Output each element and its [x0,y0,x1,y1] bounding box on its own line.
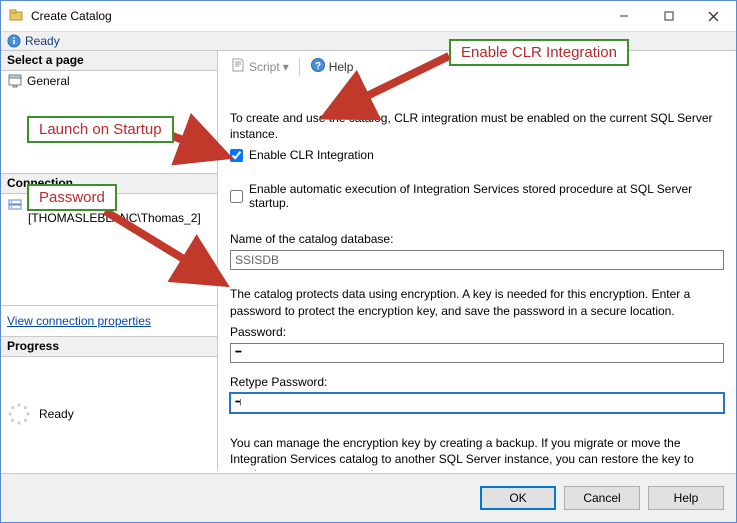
svg-text:?: ? [315,61,321,72]
titlebar: Create Catalog [1,1,736,32]
encryption-text: The catalog protects data using encrypti… [230,286,724,318]
retype-password-label: Retype Password: [230,375,724,389]
password-label: Password: [230,325,724,339]
db-name-label: Name of the catalog database: [230,232,724,246]
help-dialog-button[interactable]: Help [648,486,724,510]
script-icon [230,57,246,76]
dialog-window: Create Catalog Ready Select a page [0,0,737,523]
dialog-button-bar: OK Cancel Help [1,473,736,522]
info-icon [7,34,21,48]
progress-header: Progress [1,337,217,357]
cancel-button[interactable]: Cancel [564,486,640,510]
connection-server: .\tabular [28,197,201,211]
enable-clr-checkbox[interactable]: Enable CLR Integration [230,148,724,162]
help-button[interactable]: ? Help [310,57,354,76]
view-connection-properties-link[interactable]: View connection properties [1,306,217,337]
server-icon [7,197,23,213]
backup-text: You can manage the encryption key by cre… [230,435,724,471]
minimize-button[interactable] [601,2,646,30]
sidebar: Select a page General Connection [1,51,218,471]
chevron-down-icon: ▾ [283,60,289,74]
select-page-header: Select a page [1,51,217,71]
connection-header: Connection [1,173,217,194]
close-button[interactable] [691,2,736,30]
ok-button[interactable]: OK [480,486,556,510]
enable-clr-label: Enable CLR Integration [249,148,374,162]
toolbar-separator [299,58,300,76]
toolbar: Script ▾ ? Help [230,57,724,76]
enable-auto-exec-input[interactable] [230,190,243,203]
enable-clr-input[interactable] [230,149,243,162]
ready-statusbar: Ready [1,32,736,51]
window-title: Create Catalog [31,9,601,23]
script-label: Script [249,60,280,74]
page-icon [7,73,23,89]
maximize-button[interactable] [646,2,691,30]
main-panel: Script ▾ ? Help To create and use the ca… [218,51,736,471]
ready-status-text: Ready [25,34,60,48]
progress-area: Ready [1,357,217,471]
progress-text: Ready [39,407,74,421]
dialog-body: Select a page General Connection [1,51,736,471]
connection-area: .\tabular [THOMASLEBLANC\Thomas_2] [1,194,217,306]
sidebar-item-label: General [27,74,70,88]
script-button[interactable]: Script ▾ [230,57,289,76]
help-label: Help [329,60,354,74]
enable-auto-exec-label: Enable automatic execution of Integratio… [249,182,724,210]
enable-auto-exec-checkbox[interactable]: Enable automatic execution of Integratio… [230,182,724,210]
sidebar-item-general[interactable]: General [1,71,217,91]
db-name-input[interactable] [230,250,724,270]
help-icon: ? [310,57,326,76]
retype-password-input[interactable] [230,393,724,413]
progress-spinner-icon [7,402,31,426]
page-list: General [1,71,217,173]
connection-user: [THOMASLEBLANC\Thomas_2] [28,211,201,225]
app-icon [7,7,25,25]
password-input[interactable] [230,343,724,363]
intro-text: To create and use the catalog, CLR integ… [230,110,724,142]
